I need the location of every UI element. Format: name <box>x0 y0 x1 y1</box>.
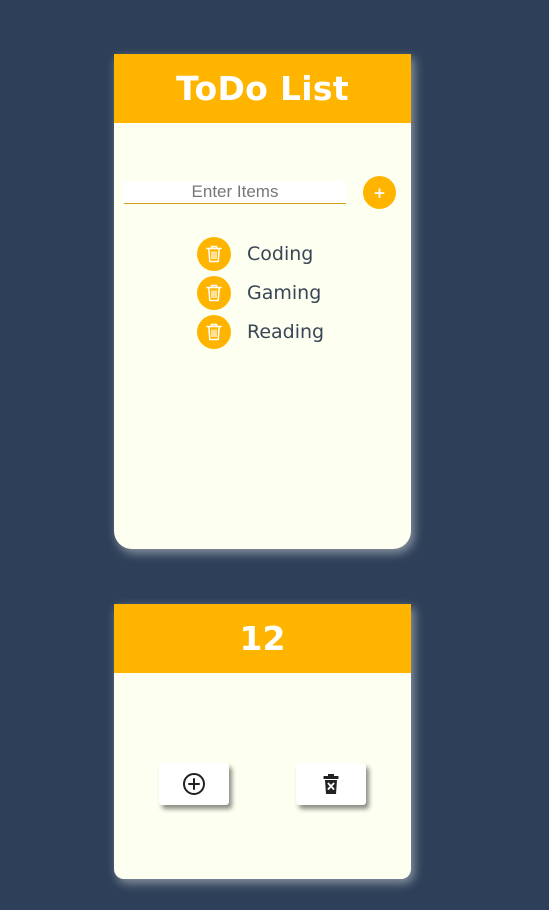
delete-item-button[interactable] <box>197 315 231 349</box>
counter-card: 12 <box>114 604 411 879</box>
counter-header: 12 <box>114 604 411 673</box>
todo-items-list: Coding Gaming Reading <box>197 237 324 354</box>
counter-value: 12 <box>239 619 286 658</box>
list-item: Coding <box>197 237 324 271</box>
trash-icon <box>206 323 222 341</box>
add-item-button[interactable]: + <box>363 176 396 209</box>
list-item-label: Reading <box>247 321 325 343</box>
increment-button[interactable] <box>159 763 229 805</box>
delete-counter-button[interactable] <box>296 763 366 805</box>
list-item-label: Gaming <box>247 282 322 304</box>
trash-icon <box>206 245 222 263</box>
trash-icon <box>206 284 222 302</box>
delete-item-button[interactable] <box>197 237 231 271</box>
item-input-row: + <box>124 176 396 212</box>
todo-header: ToDo List <box>114 54 411 123</box>
list-item: Reading <box>197 315 324 349</box>
list-item: Gaming <box>197 276 324 310</box>
plus-icon: + <box>373 183 386 202</box>
item-input[interactable] <box>124 181 346 204</box>
trash-x-icon <box>323 774 339 794</box>
todo-title: ToDo List <box>176 69 349 108</box>
list-item-label: Coding <box>247 243 314 265</box>
plus-circle-icon <box>183 773 205 795</box>
delete-item-button[interactable] <box>197 276 231 310</box>
todo-card: ToDo List + Coding <box>114 54 411 549</box>
